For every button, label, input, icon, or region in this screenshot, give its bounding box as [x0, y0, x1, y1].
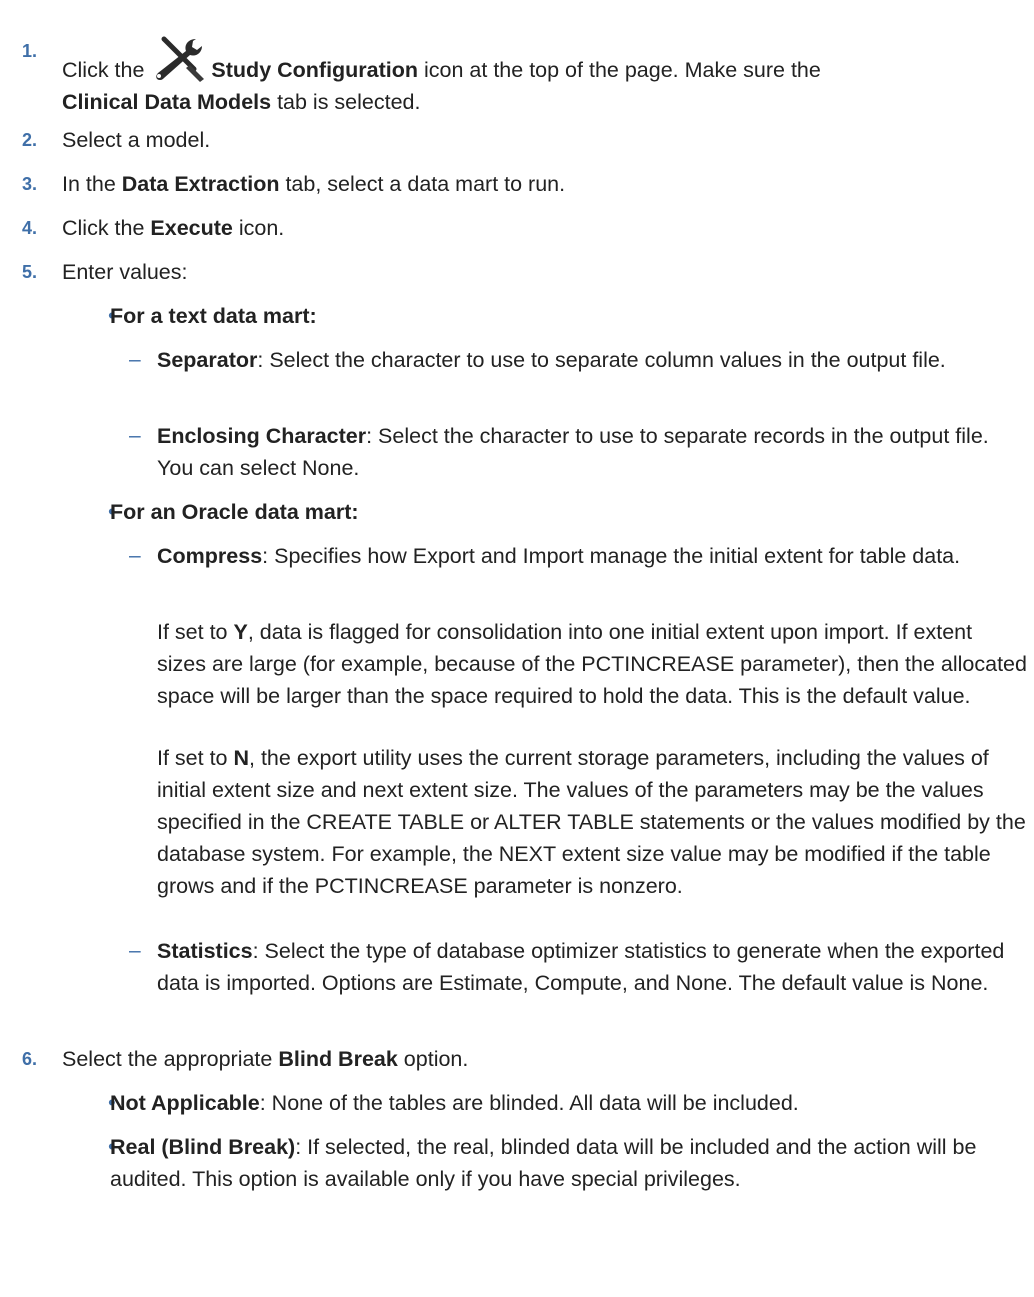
enclosing-character-item: Enclosing Character: Select the characte… — [157, 424, 989, 480]
step-4-text: Click the Execute icon. — [62, 216, 285, 240]
dash-mark: – — [129, 939, 141, 962]
step-number: 6. — [22, 1049, 38, 1069]
study-configuration-icon — [156, 36, 205, 82]
compress-y-paragraph: If set to Y, data is flagged for consoli… — [157, 620, 1027, 708]
step-5-text: Enter values: — [62, 260, 188, 284]
compress-n-paragraph: If set to N, the export utility uses the… — [157, 746, 1026, 898]
step-number: 4. — [22, 218, 38, 238]
step-number: 2. — [22, 130, 38, 150]
compress-item: Compress: Specifies how Export and Impor… — [157, 544, 961, 568]
step-6-text: Select the appropriate Blind Break optio… — [62, 1047, 469, 1071]
dash-mark: – — [129, 348, 141, 371]
step-number: 5. — [22, 262, 38, 282]
real-blind-break-option: Real (Blind Break): If selected, the rea… — [110, 1135, 977, 1191]
step-2-text: Select a model. — [62, 128, 211, 152]
statistics-item: Statistics: Select the type of database … — [157, 939, 1005, 995]
oracle-data-mart-heading: For an Oracle data mart: — [110, 500, 359, 524]
dash-mark: – — [129, 424, 141, 447]
dash-mark: – — [129, 544, 141, 567]
text-data-mart-heading: For a text data mart: — [110, 304, 317, 328]
separator-item: Separator: Select the character to use t… — [157, 348, 946, 372]
step-number: 1. — [22, 41, 38, 61]
step-1-text: Click the Study Configuration icon at th… — [62, 35, 1022, 118]
step-number: 3. — [22, 174, 38, 194]
document-page: 1. Click the Study Configuration icon at… — [0, 0, 1034, 1297]
step-3-text: In the Data Extraction tab, select a dat… — [62, 172, 566, 196]
not-applicable-option: Not Applicable: None of the tables are b… — [110, 1091, 799, 1115]
